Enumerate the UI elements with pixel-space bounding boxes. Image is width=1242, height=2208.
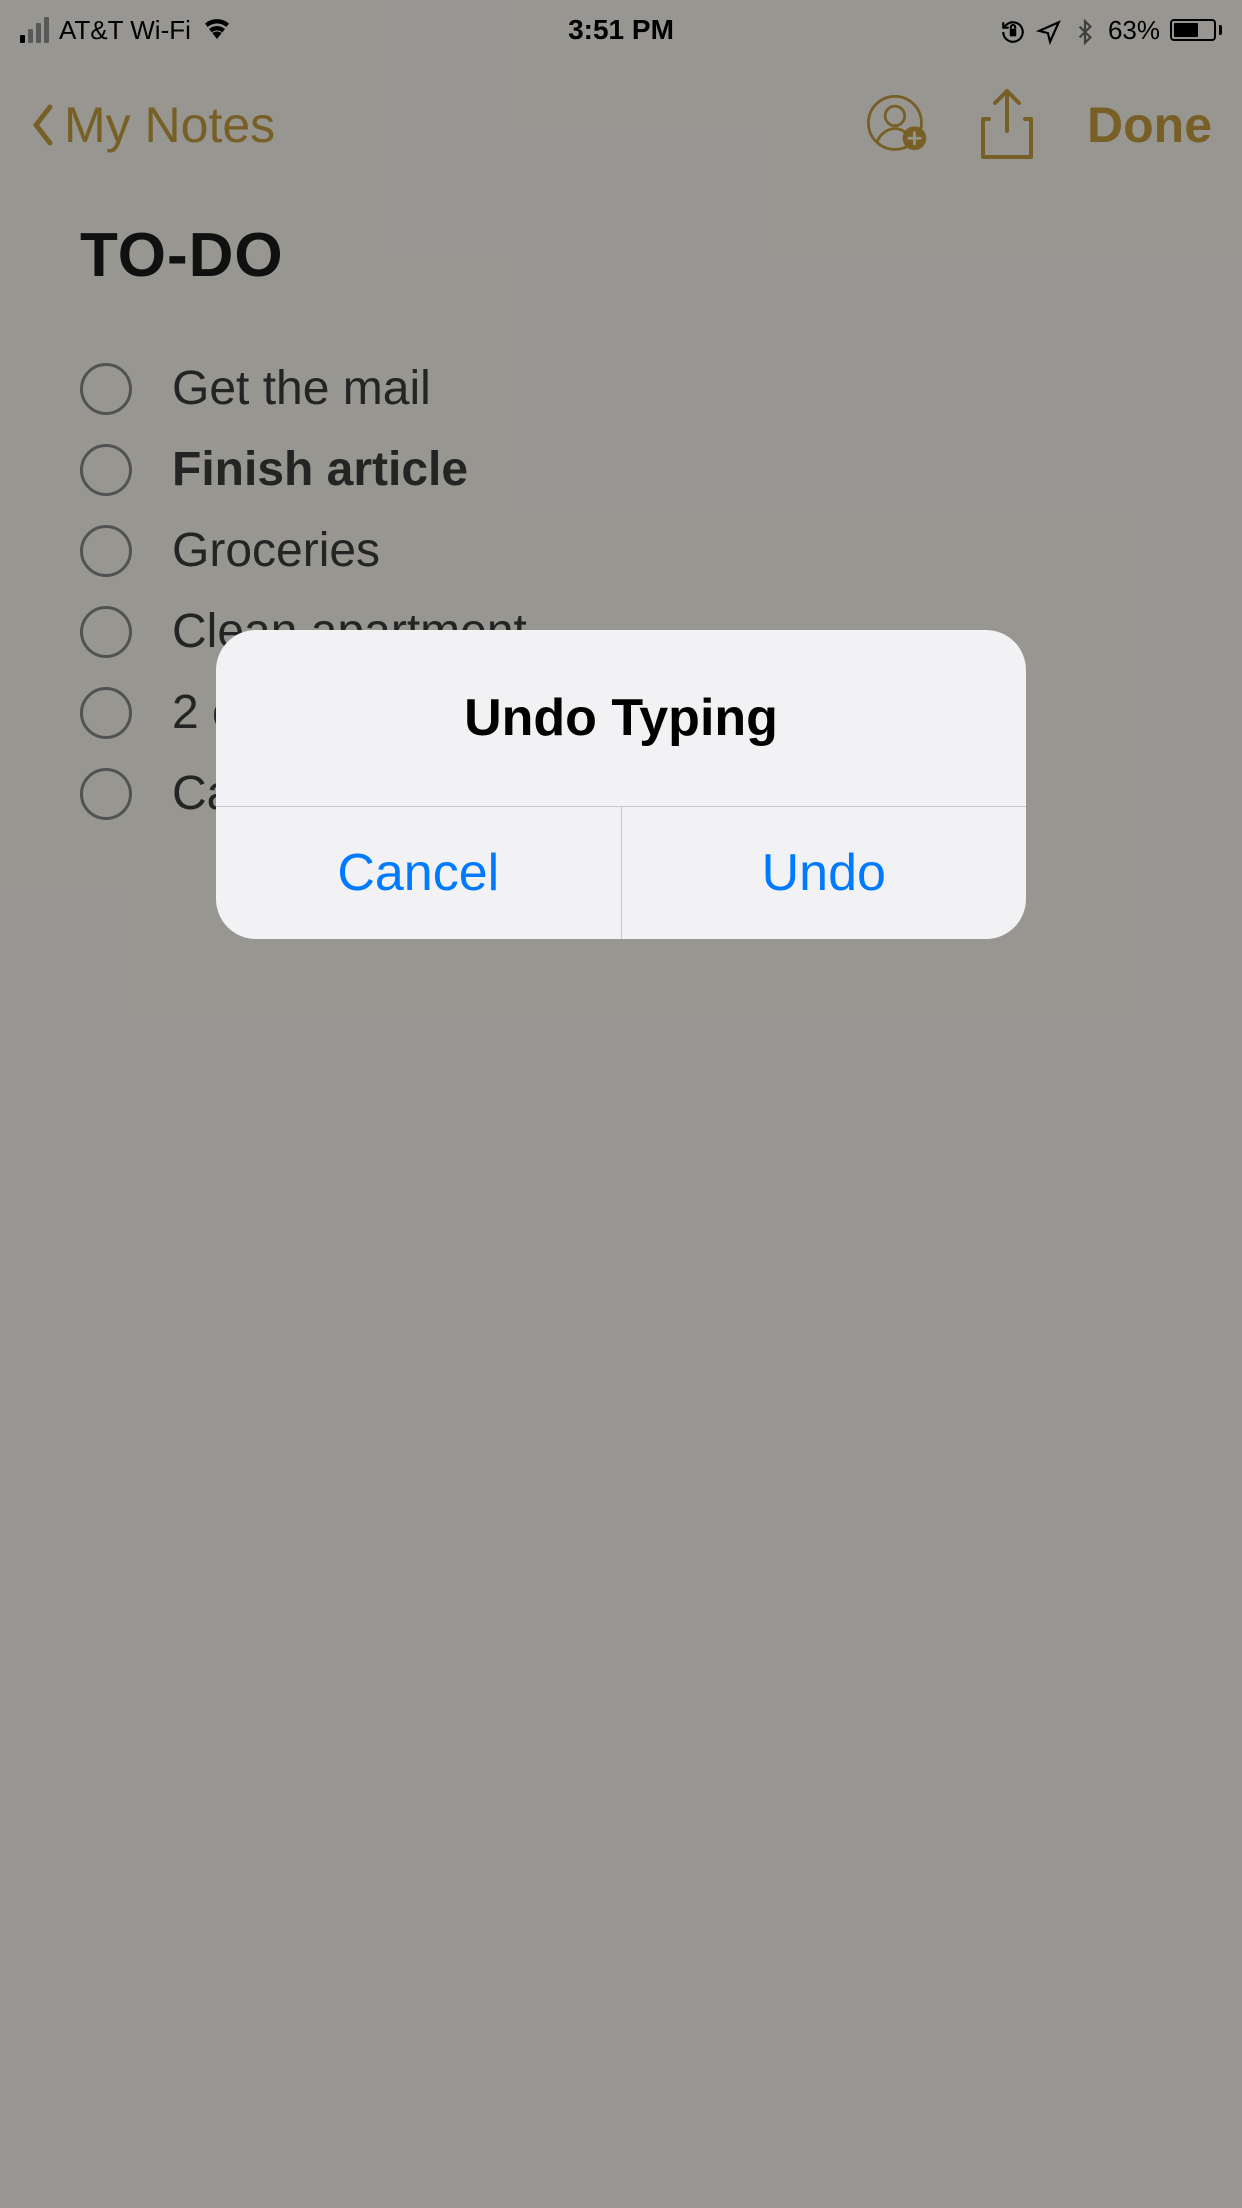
dialog-buttons: Cancel Undo [216, 806, 1026, 939]
modal-overlay: Undo Typing Cancel Undo [0, 0, 1242, 2208]
cancel-button[interactable]: Cancel [216, 807, 622, 939]
undo-button[interactable]: Undo [622, 807, 1027, 939]
undo-dialog: Undo Typing Cancel Undo [216, 630, 1026, 939]
dialog-title: Undo Typing [216, 630, 1026, 806]
